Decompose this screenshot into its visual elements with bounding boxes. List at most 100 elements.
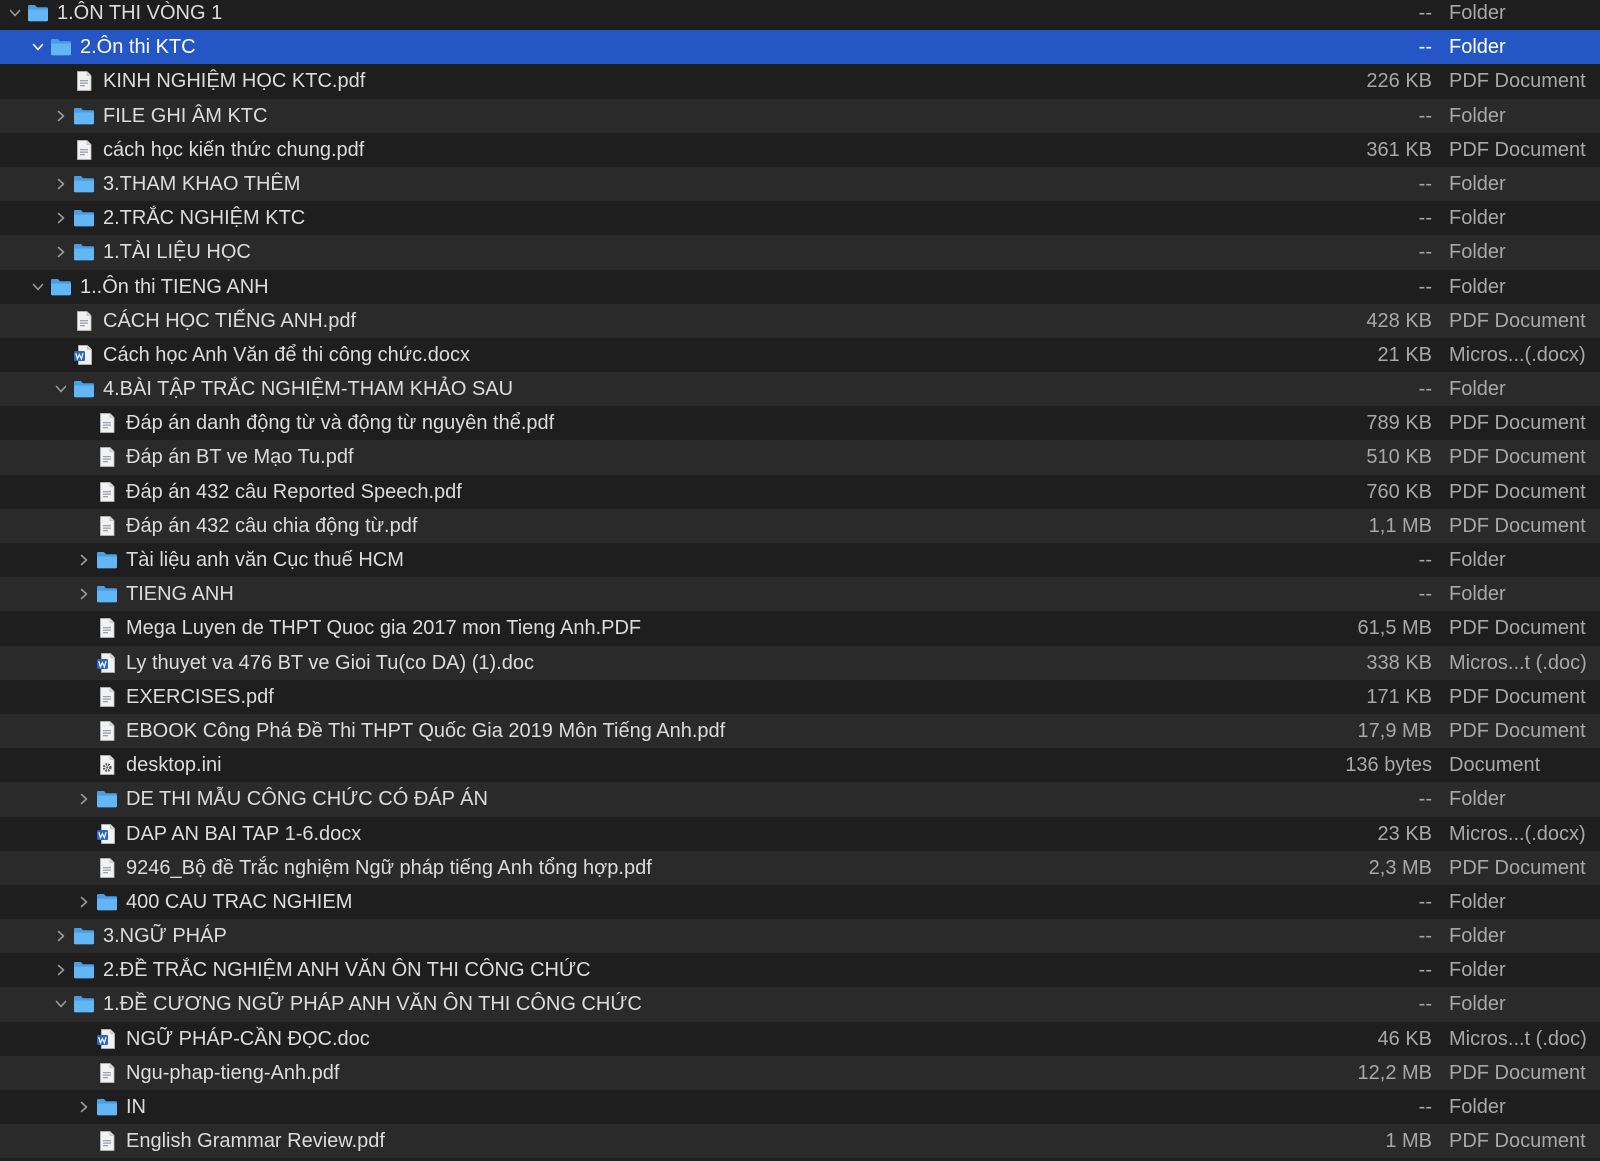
file-name: Ngu-phap-tieng-Anh.pdf [126, 1061, 340, 1084]
folder-icon [96, 584, 118, 604]
file-size: 338 KB [1366, 651, 1432, 674]
file-kind: PDF Document [1449, 70, 1586, 93]
file-row-3-tham-khao-them[interactable]: 3.THAM KHAO THÊM -- Folder [0, 166, 1600, 202]
file-row-exercises-pdf[interactable]: EXERCISES.pdf 171 KB PDF Document [0, 679, 1600, 714]
file-row-2-de-trac-nghiem-anh-van-on-thi-cong-chu[interactable]: 2.ĐỀ TRẮC NGHIỆM ANH VĂN ÔN THI CÔNG CHỨ… [0, 953, 1600, 988]
file-row-file-ghi-am-ktc[interactable]: FILE GHI ÂM KTC -- Folder [0, 98, 1600, 133]
chevron-right-icon[interactable] [53, 201, 69, 235]
file-kind: Micros...t (.doc) [1449, 651, 1587, 674]
file-row-2-on-thi-ktc[interactable]: 2.Ôn thi KTC -- Folder [0, 30, 1600, 65]
file-row-dap-an-432-cau-chia-dong-tu-pdf[interactable]: Đáp án 432 câu chia động từ.pdf 1,1 MB PDF… [0, 508, 1600, 543]
chevron-right-icon[interactable] [53, 235, 69, 269]
file-row-1-on-thi-vong-1[interactable]: 1.ÔN THI VÒNG 1 -- Folder [0, 0, 1600, 31]
folder-icon [73, 174, 95, 194]
file-row-dap-an-432-cau-reported-speech-pdf[interactable]: Đáp án 432 câu Reported Speech.pdf 760 KB… [0, 474, 1600, 509]
chevron-right-icon[interactable] [76, 782, 92, 816]
pdf-document-icon [96, 857, 118, 878]
file-row-ebook-cong-pha-de-thi-thpt-quoc-gia-2019[interactable]: EBOOK Công Phá Đề Thi THPT Quốc Gia 2019… [0, 713, 1600, 749]
folder-icon [27, 3, 49, 23]
file-kind: Document [1449, 754, 1541, 777]
file-row-tai-lieu-anh-van-cuc-thue-hcm[interactable]: Tài liệu anh văn Cục thuế HCM -- Folder [0, 543, 1600, 578]
file-row-1-on-thi-tieng-anh[interactable]: 1..Ôn thi TIENG ANH -- Folder [0, 269, 1600, 304]
file-row-dap-an-danh-dong-tu-va-dong-tu-nguyen-th[interactable]: Đáp án danh động từ và động từ nguyên th… [0, 406, 1600, 441]
file-kind: Folder [1449, 275, 1506, 298]
file-kind: Folder [1449, 1096, 1506, 1118]
file-kind: Folder [1449, 583, 1506, 606]
chevron-right-icon[interactable] [53, 919, 69, 953]
file-kind: Folder [1449, 172, 1506, 195]
file-kind: Micros...t (.doc) [1449, 1027, 1587, 1050]
file-row-4-bai-tap-trac-nghiem-tham-khao-sau[interactable]: 4.BÀI TẬP TRẮC NGHIỆM-THAM KHẢO SAU -- Fol… [0, 372, 1600, 407]
chevron-right-icon[interactable] [76, 1090, 92, 1124]
chevron-down-icon[interactable] [53, 987, 69, 1021]
file-row-cach-hoc-anh-van-de-thi-cong-chuc-docx[interactable]: Cách học Anh Văn để thi công chức.docx 21… [0, 337, 1600, 373]
file-name: FILE GHI ÂM KTC [103, 104, 268, 127]
file-row-cach-hoc-kien-thuc-chung-pdf[interactable]: cách học kiến thức chung.pdf 361 KB PDF Do… [0, 132, 1600, 167]
file-row-desktop-ini[interactable]: desktop.ini 136 bytes Document [0, 748, 1600, 783]
file-row-english-grammar-review-pdf[interactable]: English Grammar Review.pdf 1 MB PDF Docume… [0, 1124, 1600, 1159]
file-name: 1.ÔN THI VÒNG 1 [57, 2, 223, 24]
file-name: Cách học Anh Văn để thi công chức.docx [103, 343, 470, 366]
chevron-right-icon[interactable] [76, 543, 92, 577]
file-size: 1 MB [1385, 1130, 1432, 1153]
settings-document-icon [96, 755, 118, 776]
file-row-2-trac-nghiem-ktc[interactable]: 2.TRẮC NGHIỆM KTC -- Folder [0, 201, 1600, 236]
file-row-cach-hoc-tieng-anh-pdf[interactable]: CÁCH HỌC TIẾNG ANH.pdf 428 KB PDF Document [0, 303, 1600, 338]
file-size: -- [1418, 549, 1432, 571]
file-kind: PDF Document [1449, 138, 1586, 161]
file-name: Đáp án BT ve Mạo Tu.pdf [126, 446, 354, 469]
file-name: 400 CAU TRAC NGHIEM [126, 890, 353, 913]
file-size: 23 KB [1377, 822, 1432, 845]
file-size: -- [1418, 959, 1432, 982]
file-size: 12,2 MB [1357, 1061, 1432, 1084]
file-name: 9246_Bộ đề Trắc nghiệm Ngữ pháp tiếng An… [126, 856, 652, 879]
chevron-right-icon[interactable] [53, 167, 69, 201]
file-name: Đáp án 432 câu Reported Speech.pdf [126, 480, 462, 503]
file-row-ngu-phap-tieng-anh-pdf[interactable]: Ngu-phap-tieng-Anh.pdf 12,2 MB PDF Documen… [0, 1055, 1600, 1090]
file-kind: PDF Document [1449, 1061, 1586, 1084]
file-name: 1..Ôn thi TIENG ANH [80, 275, 269, 298]
pdf-document-icon [73, 71, 95, 92]
file-size: 61,5 MB [1357, 617, 1432, 640]
file-row-tieng-anh[interactable]: TIENG ANH -- Folder [0, 577, 1600, 612]
file-kind: Folder [1449, 241, 1506, 264]
pdf-document-icon [96, 515, 118, 536]
folder-icon [73, 926, 95, 946]
file-row-400-cau-trac-nghiem[interactable]: 400 CAU TRAC NGHIEM -- Folder [0, 884, 1600, 920]
file-row-1-de-cuong-ngu-phap-anh-van-on-thi-cong-[interactable]: 1.ĐỀ CƯƠNG NGỮ PHÁP ANH VĂN ÔN THI CÔNG … [0, 987, 1600, 1022]
chevron-right-icon[interactable] [53, 99, 69, 133]
chevron-down-icon[interactable] [7, 0, 23, 30]
file-size: 21 KB [1377, 343, 1432, 366]
file-name: English Grammar Review.pdf [126, 1130, 385, 1153]
file-row-kinh-nghiem-hoc-ktc-pdf[interactable]: KINH NGHIỆM HỌC KTC.pdf 226 KB PDF Documen… [0, 64, 1600, 99]
file-name: cách học kiến thức chung.pdf [103, 138, 365, 161]
file-kind: Micros...(.docx) [1449, 343, 1586, 366]
file-row-3-ngu-phap[interactable]: 3.NGỮ PHÁP -- Folder [0, 919, 1600, 954]
file-row-ly-thuyet-va-476-bt-ve-gioi-tu-co-da-1-d[interactable]: Ly thuyet va 476 BT ve Gioi Tu(co DA) (1… [0, 645, 1600, 680]
file-row-in[interactable]: IN -- Folder [0, 1090, 1600, 1125]
file-name: IN [126, 1096, 146, 1118]
file-row-1-tai-lieu-hoc[interactable]: 1.TÀI LIỆU HỌC -- Folder [0, 235, 1600, 270]
chevron-down-icon[interactable] [30, 270, 46, 304]
file-row-dap-an-bai-tap-1-6-docx[interactable]: DAP AN BAI TAP 1-6.docx 23 KB Micros...(.d… [0, 816, 1600, 851]
folder-icon [96, 550, 118, 570]
pdf-document-icon [73, 310, 95, 331]
file-kind: PDF Document [1449, 719, 1586, 742]
file-kind: Folder [1449, 959, 1506, 982]
pdf-document-icon [96, 721, 118, 741]
file-kind: PDF Document [1449, 446, 1586, 469]
file-size: 789 KB [1366, 412, 1432, 435]
chevron-right-icon[interactable] [76, 885, 92, 919]
file-row-de-thi-mau-cong-chuc-co-dap-an[interactable]: DE THI MẪU CÔNG CHỨC CÓ ĐÁP ÁN -- Folder [0, 782, 1600, 817]
file-size: 1,1 MB [1368, 514, 1432, 537]
chevron-right-icon[interactable] [76, 577, 92, 611]
file-row-dap-an-bt-ve-mao-tu-pdf[interactable]: Đáp án BT ve Mạo Tu.pdf 510 KB PDF Documen… [0, 440, 1600, 475]
chevron-down-icon[interactable] [30, 30, 46, 64]
file-row-9246-bo-de-trac-nghiem-ngu-phap-tieng-an[interactable]: 9246_Bộ đề Trắc nghiệm Ngữ pháp tiếng An… [0, 850, 1600, 885]
folder-icon [73, 242, 95, 262]
file-name: Đáp án 432 câu chia động từ.pdf [126, 514, 418, 537]
file-row-mega-luyen-de-thpt-quoc-gia-2017-mon-tie[interactable]: Mega Luyen de THPT Quoc gia 2017 mon Tie… [0, 611, 1600, 646]
chevron-right-icon[interactable] [53, 953, 69, 987]
chevron-down-icon[interactable] [53, 372, 69, 406]
file-row-ngu-phap-can-doc-doc[interactable]: NGỮ PHÁP-CẦN ĐỌC.doc 46 KB Micros...t (.do… [0, 1021, 1600, 1056]
